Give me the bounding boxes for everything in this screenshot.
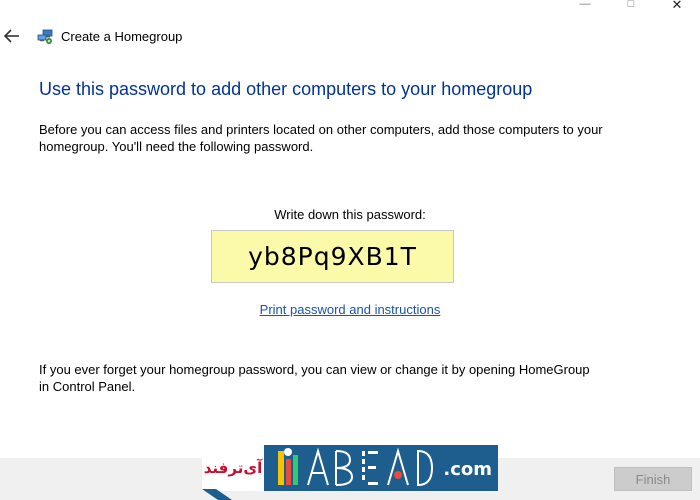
password-label: Write down this password: bbox=[274, 207, 426, 222]
intro-text: Before you can access files and printers… bbox=[39, 122, 603, 154]
page-heading: Use this password to add other computers… bbox=[39, 79, 533, 99]
watermark-banner: .com bbox=[264, 445, 498, 491]
password-display: yb8Pq9XB1T bbox=[211, 230, 454, 283]
minimize-button[interactable]: — bbox=[562, 0, 608, 14]
close-button[interactable]: ✕ bbox=[654, 0, 700, 14]
watermark-tail bbox=[202, 489, 232, 500]
watermark-logo: آی‌ترفند bbox=[202, 445, 498, 500]
maximize-button[interactable]: □ bbox=[608, 0, 654, 14]
watermark-graphic bbox=[278, 447, 434, 487]
window-controls: — □ ✕ bbox=[562, 0, 700, 14]
watermark-left-text: آی‌ترفند bbox=[202, 445, 264, 491]
homegroup-network-icon bbox=[37, 29, 53, 44]
finish-button[interactable]: Finish bbox=[614, 467, 692, 491]
print-instructions-link-text[interactable]: Print password and instructions bbox=[260, 302, 441, 317]
print-instructions-link[interactable]: Print password and instructions bbox=[0, 302, 700, 317]
back-arrow-icon[interactable] bbox=[3, 27, 21, 45]
forgot-password-note: If you ever forget your homegroup passwo… bbox=[39, 362, 590, 394]
watermark-domain: .com bbox=[443, 459, 492, 480]
window-title: Create a Homegroup bbox=[61, 29, 183, 44]
